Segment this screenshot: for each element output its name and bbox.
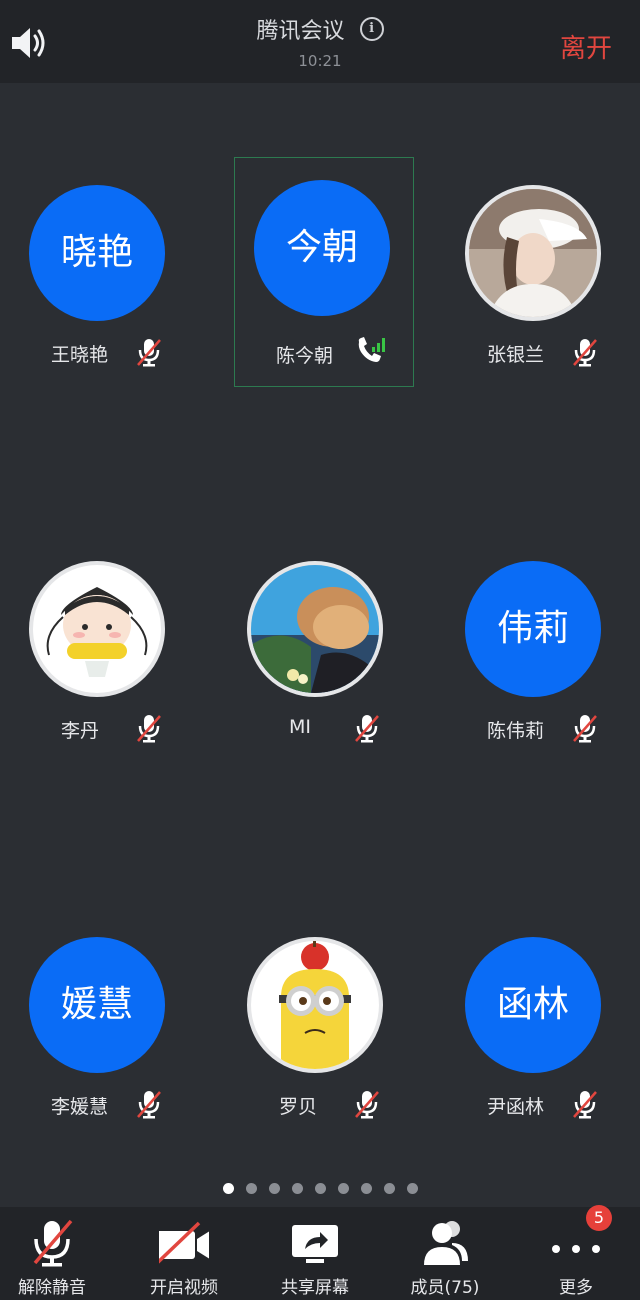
bottom-toolbar: 解除静音 开启视频 共享屏幕 成员(75) 5 更多: [0, 1205, 640, 1300]
phone-signal-icon: [358, 337, 385, 362]
avatar: [247, 561, 383, 697]
page-dot[interactable]: [383, 1183, 395, 1194]
start-video-label: 开启视频: [150, 1278, 218, 1298]
participant-tile[interactable]: 今朝 陈今朝: [234, 157, 414, 387]
minion-photo-icon: [251, 941, 379, 1069]
participant-tile[interactable]: 晓艳 王晓艳: [7, 157, 187, 387]
notification-badge: 5: [586, 1205, 612, 1231]
share-screen-label: 共享屏幕: [281, 1278, 349, 1298]
participant-name: 李丹: [61, 720, 100, 742]
participant-tile[interactable]: 函林 尹函林: [443, 909, 623, 1139]
more-button[interactable]: 5 更多: [512, 1205, 640, 1300]
mic-off-icon: [355, 715, 379, 743]
avatar: [29, 561, 165, 697]
info-icon[interactable]: i: [359, 17, 384, 41]
page-dot[interactable]: [314, 1183, 326, 1194]
participant-tile[interactable]: 张银兰: [443, 157, 623, 387]
page-dot[interactable]: [245, 1183, 257, 1194]
meeting-time: 10:21: [298, 52, 342, 70]
share-screen-button[interactable]: 共享屏幕: [251, 1207, 379, 1300]
share-screen-icon: [292, 1225, 338, 1263]
leave-button[interactable]: 离开: [560, 28, 612, 65]
participant-name: 罗贝: [279, 1096, 318, 1118]
avatar: 伟莉: [465, 561, 601, 697]
participant-tile[interactable]: 罗贝: [225, 909, 405, 1139]
avatar: 媛慧: [29, 937, 165, 1073]
members-button[interactable]: 成员(75): [381, 1207, 509, 1300]
page-dot[interactable]: [337, 1183, 349, 1194]
members-icon: [424, 1221, 468, 1265]
top-bar: 腾讯会议 i 10:21 离开: [0, 0, 640, 83]
participant-name: 张银兰: [487, 344, 545, 366]
mic-off-icon: [573, 339, 597, 367]
page-dot[interactable]: [291, 1183, 303, 1194]
participant-name: 李媛慧: [51, 1096, 109, 1118]
avatar: [465, 185, 601, 321]
more-label: 更多: [559, 1278, 593, 1298]
unmute-button[interactable]: 解除静音: [0, 1207, 116, 1300]
mic-off-icon: [137, 339, 161, 367]
mic-off-icon: [573, 715, 597, 743]
participant-tile[interactable]: MI: [225, 533, 405, 763]
page-dot[interactable]: [268, 1183, 280, 1194]
start-video-button[interactable]: 开启视频: [120, 1207, 248, 1300]
page-dot[interactable]: [360, 1183, 372, 1194]
avatar: 今朝: [254, 180, 390, 316]
mic-off-icon: [137, 715, 161, 743]
unmute-label: 解除静音: [18, 1278, 86, 1298]
title-wrap: 腾讯会议 i: [0, 13, 640, 45]
meeting-title: 腾讯会议: [256, 19, 345, 44]
video-off-icon: [159, 1221, 209, 1264]
page-dot[interactable]: [406, 1183, 418, 1194]
participant-name: MI: [289, 716, 311, 738]
mic-off-icon: [573, 1091, 597, 1119]
avatar: [247, 937, 383, 1073]
mic-off-icon: [137, 1091, 161, 1119]
participant-name: 王晓艳: [51, 344, 109, 366]
participant-name: 陈伟莉: [487, 720, 545, 742]
participant-name: 陈今朝: [276, 345, 334, 367]
mic-off-icon: [355, 1091, 379, 1119]
page-dot[interactable]: [222, 1183, 234, 1194]
girl-cap-photo-icon: [469, 189, 597, 317]
mic-off-icon: [33, 1219, 73, 1267]
participant-name: 尹函林: [487, 1096, 545, 1118]
participant-tile[interactable]: 媛慧 李媛慧: [7, 909, 187, 1139]
members-label: 成员(75): [410, 1278, 480, 1298]
participant-tile[interactable]: 伟莉 陈伟莉: [443, 533, 623, 763]
landscape-photo-icon: [251, 565, 379, 693]
avatar: 晓艳: [29, 185, 165, 321]
page-indicator: [0, 1179, 640, 1198]
participant-tile[interactable]: 李丹: [7, 533, 187, 763]
cartoon-girl-photo-icon: [33, 565, 161, 693]
avatar: 函林: [465, 937, 601, 1073]
